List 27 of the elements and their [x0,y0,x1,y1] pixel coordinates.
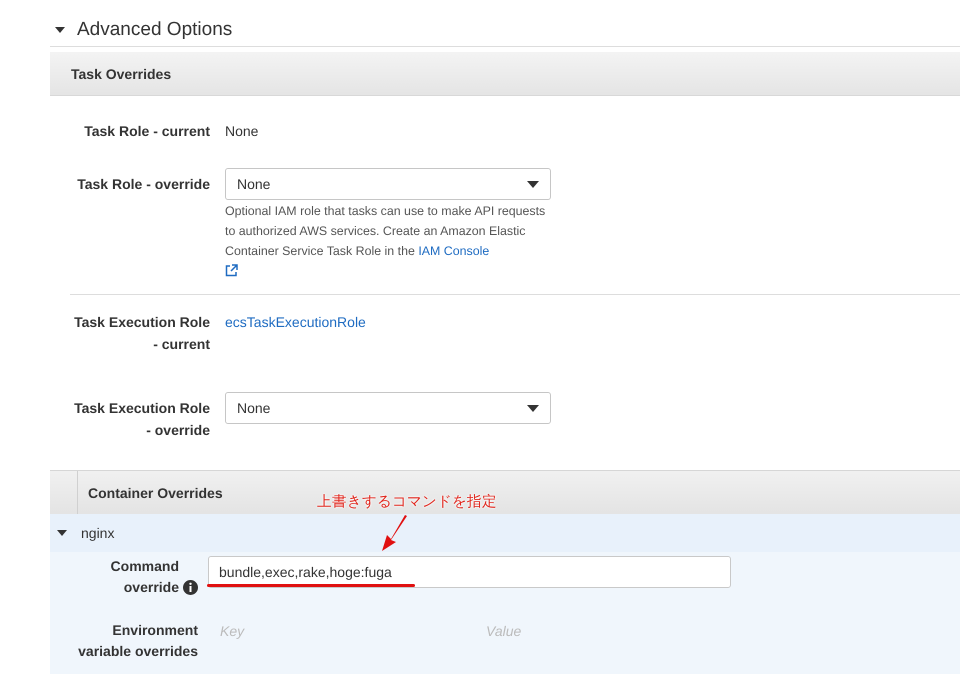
command-field[interactable]: bundle,exec,rake,hoge:fuga [208,556,731,588]
console-link[interactable]: IAM Console [418,244,490,258]
panel-header: Task Overrides [50,52,960,96]
field-label: Command override [110,557,179,597]
field-label: Task Role - override [77,175,210,194]
field-label: Task Execution Role - current [73,313,210,354]
key-field[interactable]: Key [208,620,474,642]
info-icon[interactable] [183,580,198,595]
field-label: Environment variable overrides [77,621,198,661]
annotation-arrow [380,514,408,552]
container-row[interactable]: nginx [50,514,960,552]
field-label: Task Execution Role - override [73,399,210,440]
field-label: Task Role - current [84,122,210,141]
caret-icon[interactable] [57,530,67,536]
role-link[interactable]: ecsTaskExecutionRole [225,311,960,333]
dropdown-caret-icon [527,404,539,412]
value-field[interactable]: Value [474,620,740,642]
role-dropdown[interactable]: None [225,392,551,424]
caret-icon[interactable] [55,27,65,33]
field-value: None [225,122,260,141]
dropdown-caret-icon [527,180,539,188]
panel-title: Container Overrides [87,484,223,500]
annotation-text: 上書きするコマンドを指定 [317,492,497,511]
external-link-icon[interactable] [225,264,238,277]
section-title[interactable]: Advanced Options [77,19,232,41]
help-text: Optional IAM role that tasks can use to make API requests to authorized AWS services. Create an Amazon Elastic Container Service Task Role in the IAM Console [225,201,555,277]
role-dropdown[interactable]: None [225,168,551,200]
